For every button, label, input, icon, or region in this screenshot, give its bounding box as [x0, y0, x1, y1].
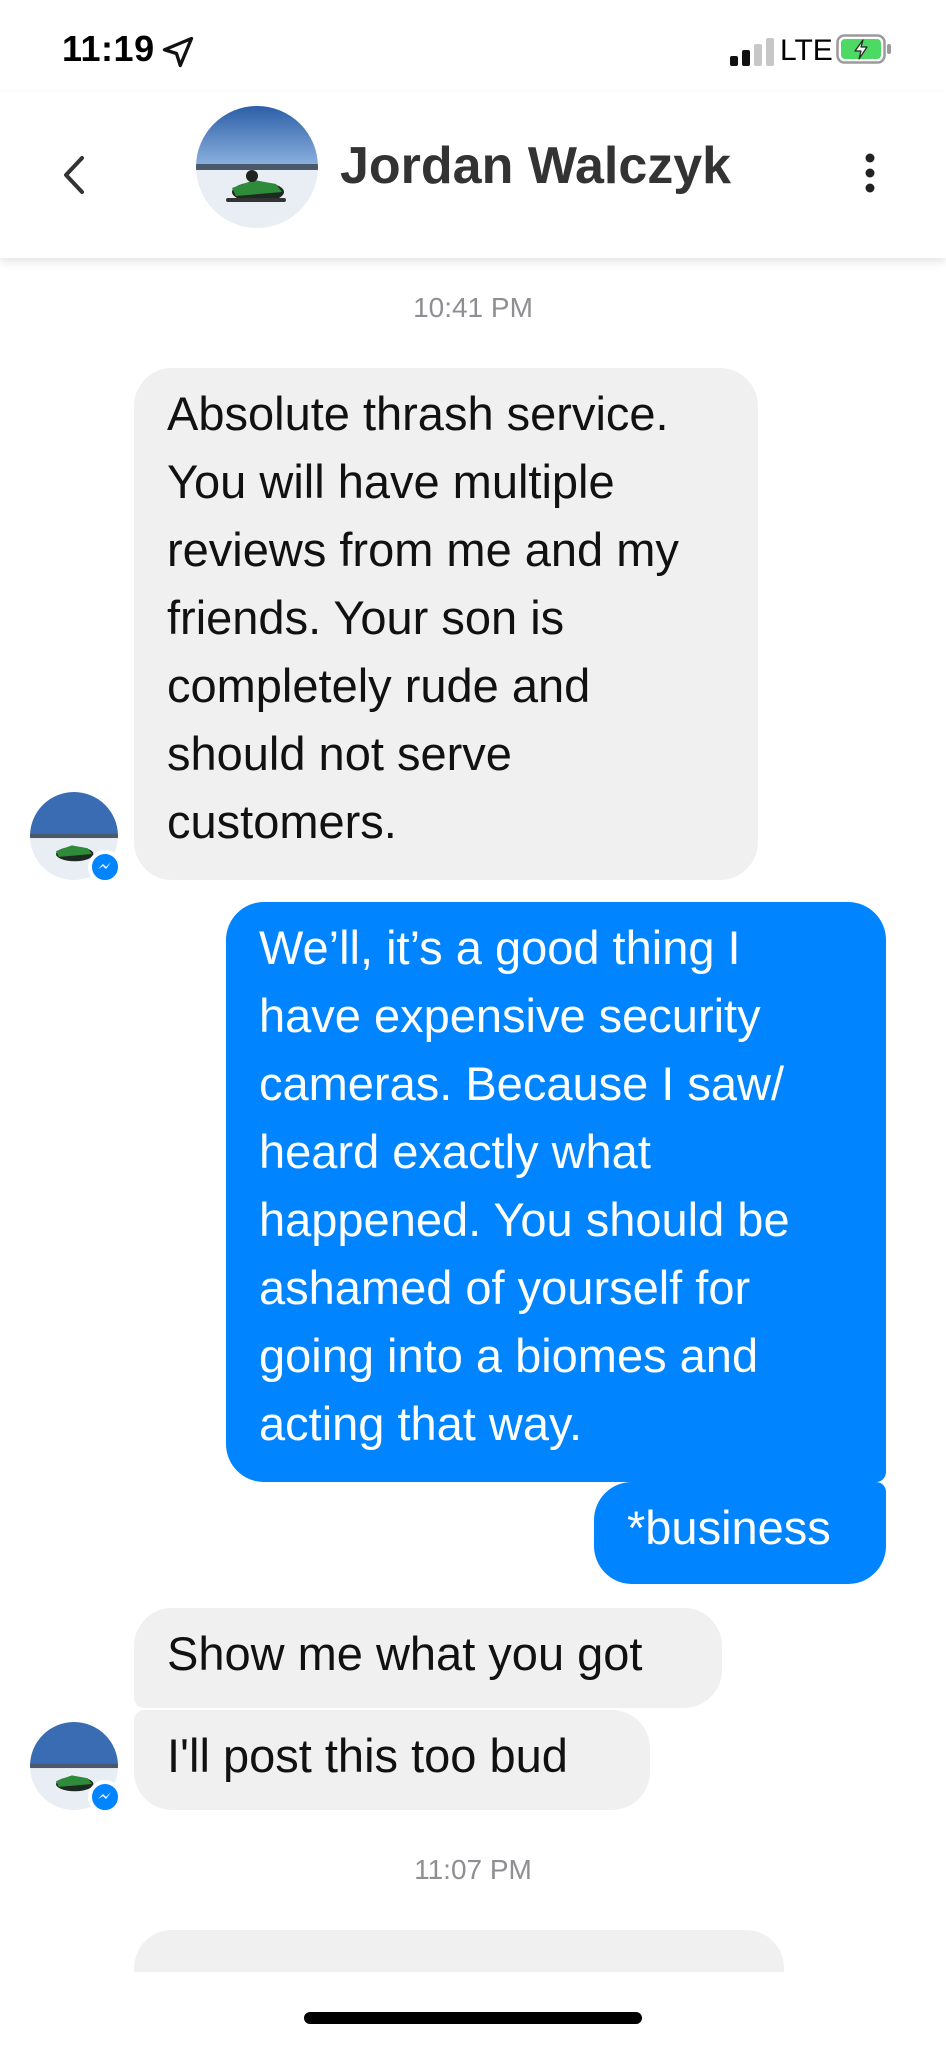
cellular-signal-icon	[730, 36, 774, 66]
contact-name[interactable]: Jordan Walczyk	[340, 136, 731, 196]
contact-avatar[interactable]	[196, 106, 318, 228]
more-vertical-icon[interactable]	[852, 138, 888, 208]
timestamp: 10:41 PM	[413, 292, 533, 323]
outgoing-message[interactable]: *business	[594, 1482, 886, 1584]
message-text: *business	[627, 1501, 831, 1554]
messenger-icon	[88, 850, 122, 884]
battery-charging-icon	[836, 34, 891, 64]
home-indicator[interactable]	[304, 2012, 642, 2024]
incoming-message[interactable]: I'll post this too bud	[134, 1710, 650, 1810]
status-time: 11:19	[62, 28, 155, 69]
incoming-message[interactable]	[134, 1930, 784, 1972]
message-clip	[134, 1930, 784, 1972]
timestamp: 11:07 PM	[414, 1854, 532, 1885]
incoming-message[interactable]: Absolute thrash service. You will have m…	[134, 368, 758, 880]
sender-avatar[interactable]	[30, 792, 122, 884]
message-text: I'll post this too bud	[167, 1729, 568, 1782]
profile-photo-snowmobile	[196, 106, 318, 228]
outgoing-message[interactable]: We’ll, it’s a good thing I have expensiv…	[226, 902, 886, 1482]
network-type: LTE	[780, 34, 833, 67]
incoming-message[interactable]: Show me what you got	[134, 1608, 722, 1708]
status-bar: 11:19 LTE	[0, 0, 946, 92]
message-text: Absolute thrash service. You will have m…	[167, 387, 679, 848]
message-text: Show me what you got	[167, 1627, 643, 1680]
location-arrow-icon	[162, 36, 194, 68]
sender-avatar[interactable]	[30, 1722, 122, 1814]
back-button[interactable]	[52, 140, 98, 210]
messenger-icon	[88, 1780, 122, 1814]
conversation-header: Jordan Walczyk	[0, 92, 946, 258]
message-text: We’ll, it’s a good thing I have expensiv…	[259, 921, 790, 1450]
